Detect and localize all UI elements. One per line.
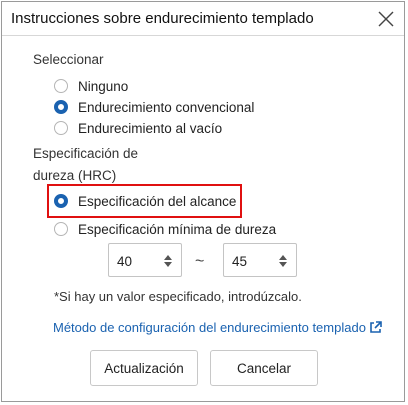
- radio-range-spec-button[interactable]: [54, 194, 68, 208]
- external-link-icon[interactable]: [369, 321, 382, 334]
- stepper-arrows-icon[interactable]: [163, 254, 173, 268]
- radio-vacuum-label: Endurecimiento al vacío: [78, 120, 223, 136]
- radio-range-spec[interactable]: Especificación del alcance: [54, 191, 236, 211]
- note-text: *Si hay un valor especificado, introdúzc…: [54, 289, 302, 304]
- hardness-max-stepper[interactable]: [223, 243, 297, 277]
- stepper-arrows-icon[interactable]: [278, 254, 288, 268]
- radio-none-button[interactable]: [54, 79, 68, 93]
- radio-none[interactable]: Ninguno: [54, 76, 128, 96]
- cancel-button[interactable]: Cancelar: [210, 350, 318, 386]
- hardness-min-input[interactable]: [117, 252, 159, 270]
- radio-range-spec-label: Especificación del alcance: [78, 193, 237, 209]
- radio-min-spec-button[interactable]: [54, 222, 68, 236]
- radio-vacuum-button[interactable]: [54, 121, 68, 135]
- radio-conventional[interactable]: Endurecimiento convencional: [54, 97, 254, 117]
- hardness-label-line2: dureza (HRC): [33, 168, 117, 183]
- radio-min-spec[interactable]: Especificación mínima de dureza: [54, 219, 276, 239]
- hardness-min-stepper[interactable]: [108, 243, 182, 277]
- hardness-label-line1: Especificación de: [33, 146, 139, 161]
- range-separator: ~: [195, 253, 205, 270]
- radio-conventional-button[interactable]: [54, 100, 68, 114]
- hardness-max-input[interactable]: [232, 252, 274, 270]
- radio-conventional-label: Endurecimiento convencional: [78, 99, 255, 115]
- dialog: Instrucciones sobre endurecimiento templ…: [1, 1, 405, 402]
- radio-vacuum[interactable]: Endurecimiento al vacío: [54, 118, 222, 138]
- dialog-title: Instrucciones sobre endurecimiento templ…: [11, 10, 314, 27]
- radio-none-label: Ninguno: [78, 78, 129, 94]
- title-bar: Instrucciones sobre endurecimiento templ…: [2, 2, 404, 36]
- select-section-label: Seleccionar: [33, 52, 104, 67]
- radio-min-spec-label: Especificación mínima de dureza: [78, 221, 277, 237]
- update-button[interactable]: Actualización: [90, 350, 198, 386]
- help-link[interactable]: Método de configuración del endurecimien…: [53, 320, 382, 335]
- help-link-text[interactable]: Método de configuración del endurecimien…: [53, 320, 366, 335]
- close-icon[interactable]: [376, 9, 396, 29]
